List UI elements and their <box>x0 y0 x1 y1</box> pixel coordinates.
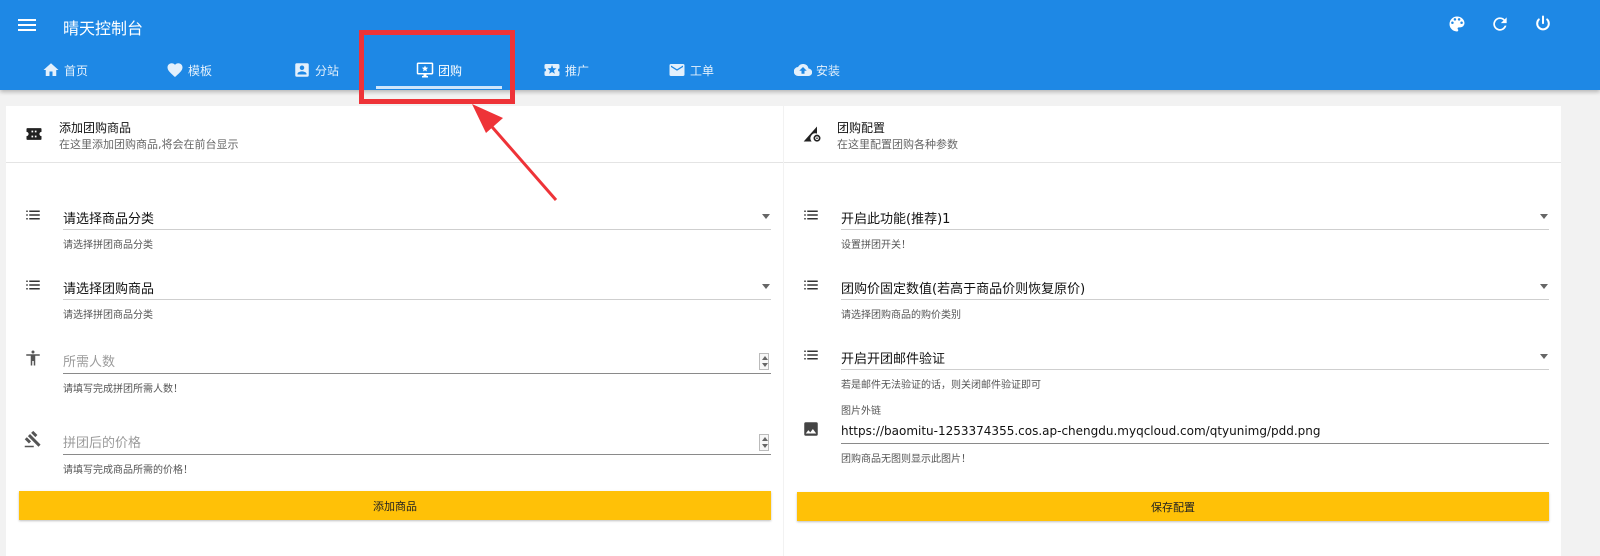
field-help: 请选择拼团商品分类 <box>63 310 153 321</box>
accessibility-icon <box>26 350 40 366</box>
number-spinner[interactable] <box>759 353 769 370</box>
field-underline <box>841 344 1549 370</box>
image-url-value[interactable]: https://baomitu-1253374355.cos.ap-chengd… <box>841 424 1321 438</box>
tab-label: 首页 <box>63 63 88 78</box>
gavel-icon <box>24 430 41 448</box>
chevron-down-icon[interactable] <box>762 214 770 219</box>
field-help: 请填写完成商品所需的价格！ <box>63 465 193 476</box>
power-icon[interactable] <box>1533 14 1553 34</box>
field-underline <box>63 348 771 374</box>
ticket-star-icon <box>544 64 560 76</box>
select-value: 开启此功能(推荐)1 <box>841 212 951 227</box>
palette-icon[interactable] <box>1447 14 1467 34</box>
tab-group-buy[interactable]: 团购 <box>413 50 465 90</box>
field-help: 设置拼团开关！ <box>841 240 911 251</box>
chevron-down-icon[interactable] <box>1540 354 1548 359</box>
field-help: 请填写完成拼团所需人数！ <box>63 384 183 395</box>
field-underline <box>63 274 771 300</box>
main-tabs: 首页 模板 分站 团购 推广 工单 安装 <box>0 50 1000 90</box>
heart-icon <box>167 63 183 78</box>
active-tab-indicator <box>376 86 502 89</box>
input-placeholder: 拼团后的价格 <box>63 436 142 451</box>
cloud-upload-icon <box>793 64 812 77</box>
card-header: 添加团购商品 在这里添加团购商品,将会在前台显示 <box>6 106 783 163</box>
settings-signal-icon <box>803 126 821 142</box>
monitor-star-icon <box>416 62 434 78</box>
chevron-down-icon[interactable] <box>1540 214 1548 219</box>
select-value: 团购价固定数值(若高于商品价则恢复原价) <box>841 282 1086 297</box>
tab-home[interactable]: 首页 <box>40 50 90 90</box>
card-subtitle: 在这里配置团购各种参数 <box>837 138 958 151</box>
tab-install[interactable]: 安装 <box>792 50 842 90</box>
field-help: 请选择拼团商品分类 <box>63 240 153 251</box>
tab-label: 团购 <box>437 63 462 78</box>
list-icon <box>804 350 818 360</box>
list-icon <box>804 210 818 220</box>
select-value: 请选择团购商品 <box>63 282 155 297</box>
field-help: 若是邮件无法验证的话，则关闭邮件验证即可 <box>841 380 1041 391</box>
card-title: 添加团购商品 <box>59 121 132 135</box>
field-label: 图片外链 <box>841 406 881 417</box>
chevron-down-icon[interactable] <box>762 284 770 289</box>
number-spinner[interactable] <box>759 434 769 451</box>
field-help: 请选择团购商品的购价类别 <box>841 310 961 321</box>
account-box-icon <box>295 63 309 77</box>
input-placeholder: 所需人数 <box>63 355 116 370</box>
app-title: 晴天控制台 <box>63 19 144 38</box>
card-subtitle: 在这里添加团购商品,将会在前台显示 <box>59 138 239 151</box>
tab-tickets[interactable]: 工单 <box>666 50 716 90</box>
select-value: 请选择商品分类 <box>63 212 155 227</box>
tab-substations[interactable]: 分站 <box>291 50 341 90</box>
save-config-button[interactable]: 保存配置 <box>797 492 1549 521</box>
card-header: 团购配置 在这里配置团购各种参数 <box>784 106 1561 163</box>
list-icon <box>804 280 818 290</box>
tab-label: 工单 <box>689 63 714 78</box>
card-title: 团购配置 <box>837 121 886 135</box>
group-buy-config-card: 团购配置 在这里配置团购各种参数 开启此功能(推荐)1 设置拼团开关！ 团购价固… <box>784 106 1561 556</box>
image-icon <box>804 422 818 436</box>
list-icon <box>26 280 40 290</box>
field-underline <box>63 204 771 230</box>
tab-templates[interactable]: 模板 <box>164 50 214 90</box>
app-bar: 晴天控制台 首页 模板 分站 团购 推广 工单 安装 <box>0 0 1600 90</box>
refresh-icon[interactable] <box>1490 14 1510 34</box>
tab-label: 安装 <box>815 63 840 78</box>
tab-promotion[interactable]: 推广 <box>541 50 591 90</box>
select-value: 开启开团邮件验证 <box>841 352 946 367</box>
field-underline <box>63 429 771 455</box>
mail-icon <box>669 64 685 76</box>
ticket-icon <box>26 128 42 140</box>
tab-label: 分站 <box>314 63 339 78</box>
menu-icon[interactable] <box>18 16 36 32</box>
field-help: 团购商品无图则显示此图片！ <box>841 454 971 465</box>
tab-label: 模板 <box>187 63 212 78</box>
tab-label: 推广 <box>564 63 589 78</box>
add-group-buy-card: 添加团购商品 在这里添加团购商品,将会在前台显示 请选择商品分类 请选择拼团商品… <box>6 106 783 556</box>
add-product-button[interactable]: 添加商品 <box>19 491 771 520</box>
list-icon <box>26 210 40 220</box>
chevron-down-icon[interactable] <box>1540 284 1548 289</box>
home-icon <box>43 63 59 76</box>
